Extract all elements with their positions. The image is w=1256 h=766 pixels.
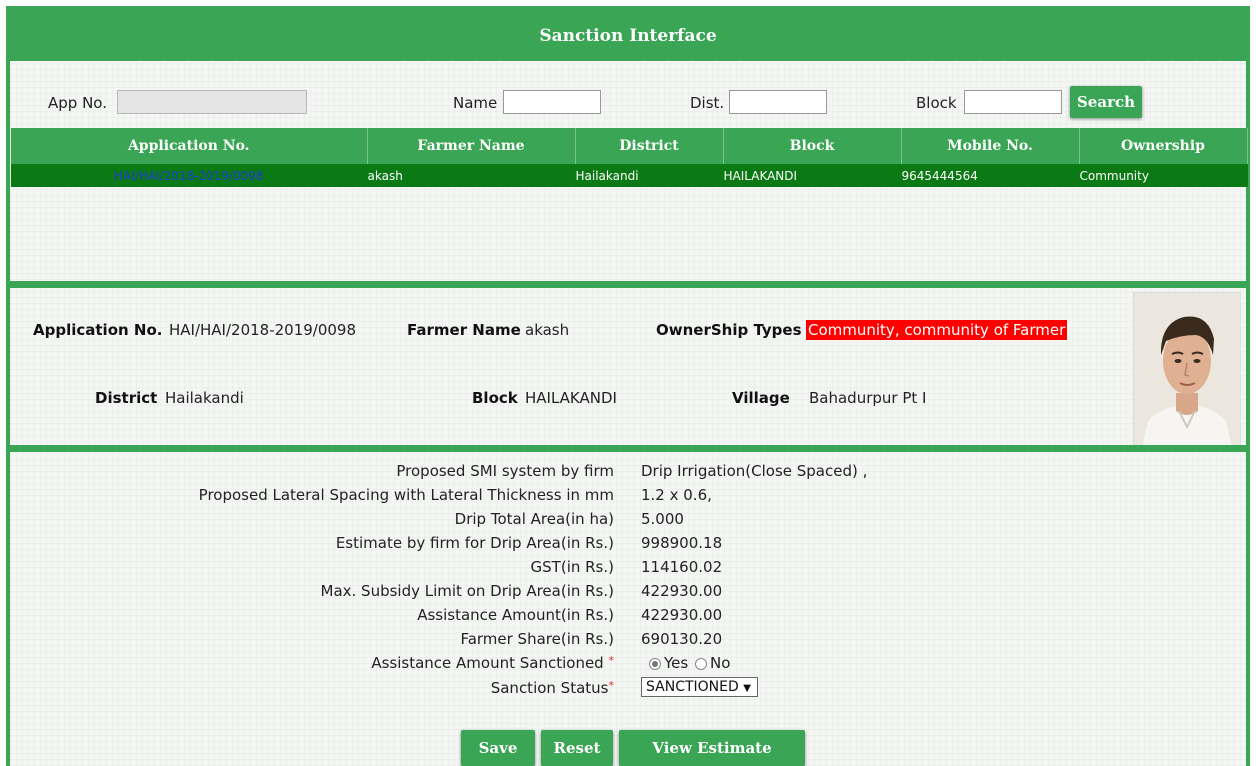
detail-row: Farmer Share(in Rs.) 690130.20 — [10, 628, 1246, 652]
radio-no-label[interactable]: No — [710, 654, 730, 672]
detail-row: Estimate by firm for Drip Area(in Rs.) 9… — [10, 532, 1246, 556]
app-no-label: App No. — [48, 94, 107, 112]
sanction-status-selected[interactable]: SANCTIONED — [646, 679, 739, 695]
radio-yes[interactable]: Yes — [649, 654, 688, 672]
detail-row: Proposed Lateral Spacing with Lateral Th… — [10, 484, 1246, 508]
section-divider — [10, 445, 1246, 452]
save-button[interactable]: Save — [461, 730, 535, 766]
person-photo-icon — [1134, 293, 1240, 447]
cell-block: HAILAKANDI — [723, 164, 902, 187]
detail-row: Max. Subsidy Limit on Drip Area(in Rs.) … — [10, 580, 1246, 604]
detail-value: 114160.02 — [641, 558, 723, 576]
detail-value: 1.2 x 0.6, — [641, 486, 712, 504]
assistance-sanctioned-label: Assistance Amount Sanctioned * — [371, 654, 614, 672]
village-info-value: Bahadurpur Pt I — [809, 389, 927, 407]
detail-row: Drip Total Area(in ha) 5.000 — [10, 508, 1246, 532]
app-no-input[interactable] — [117, 90, 307, 114]
radio-yes-circle[interactable] — [649, 657, 661, 670]
ownership-types-label: OwnerShip Types — [656, 321, 802, 339]
table-header-row: Application No. Farmer Name District Blo… — [11, 128, 1248, 164]
detail-label: Max. Subsidy Limit on Drip Area(in Rs.) — [320, 582, 615, 600]
name-label: Name — [453, 94, 498, 112]
block-info-label: Block — [472, 389, 518, 407]
cell-district: Hailakandi — [575, 164, 724, 187]
sanction-status-label: Sanction Status* — [491, 679, 614, 697]
application-no-label: Application No. — [33, 321, 163, 339]
cell-ownership: Community — [1079, 164, 1248, 187]
column-header-application-no[interactable]: Application No. — [11, 128, 368, 164]
detail-row: GST(in Rs.) 114160.02 — [10, 556, 1246, 580]
reset-button[interactable]: Reset — [541, 730, 613, 766]
cell-mobile-no: 9645444564 — [901, 164, 1080, 187]
detail-value: 690130.20 — [641, 630, 723, 648]
block-info-value: HAILAKANDI — [525, 389, 617, 407]
district-label: Dist. — [690, 94, 725, 112]
village-info-label: Village — [732, 389, 790, 407]
sanction-status-row: Sanction Status* SANCTIONED ▼ — [10, 677, 1246, 701]
cell-farmer-name: akash — [367, 164, 576, 187]
detail-value: 5.000 — [641, 510, 684, 528]
ownership-types-value: Community, community of Farmer — [806, 320, 1068, 340]
detail-label: Assistance Amount(in Rs.) — [417, 606, 614, 624]
sanction-status-dropdown[interactable]: SANCTIONED ▼ — [641, 677, 758, 697]
detail-label: Estimate by firm for Drip Area(in Rs.) — [335, 534, 614, 552]
detail-label: Proposed Lateral Spacing with Lateral Th… — [198, 486, 614, 504]
farmer-name-value: akash — [525, 321, 570, 339]
detail-label: Drip Total Area(in ha) — [454, 510, 614, 528]
block-input[interactable] — [964, 90, 1062, 114]
search-bar: App No. Name Dist. Block Search — [10, 86, 1246, 120]
detail-value: 422930.00 — [641, 582, 723, 600]
column-header-mobile-no[interactable]: Mobile No. — [901, 128, 1080, 164]
sanction-status-text: Sanction Status — [490, 679, 609, 697]
detail-row: Proposed SMI system by firm Drip Irrigat… — [10, 460, 1246, 484]
column-header-district[interactable]: District — [575, 128, 724, 164]
detail-value: Drip Irrigation(Close Spaced) , — [641, 462, 868, 480]
page-title: Sanction Interface — [10, 10, 1246, 61]
column-header-ownership[interactable]: Ownership — [1079, 128, 1248, 164]
required-asterisk: * — [608, 679, 615, 692]
detail-value: 998900.18 — [641, 534, 723, 552]
radio-no-circle[interactable] — [695, 657, 707, 670]
name-input[interactable] — [503, 90, 601, 114]
district-info-value: Hailakandi — [165, 389, 244, 407]
applicant-photo — [1133, 292, 1241, 448]
required-asterisk: * — [608, 654, 615, 667]
radio-yes-label[interactable]: Yes — [664, 654, 688, 672]
radio-no[interactable]: No — [695, 654, 730, 672]
detail-label: GST(in Rs.) — [530, 558, 614, 576]
application-no-link[interactable]: HAI/HAI/2018-2019/0098 — [11, 164, 368, 187]
column-header-farmer-name[interactable]: Farmer Name — [367, 128, 576, 164]
search-button[interactable]: Search — [1070, 86, 1142, 118]
sanction-status-select[interactable]: SANCTIONED ▼ — [641, 677, 758, 697]
block-label: Block — [916, 94, 957, 112]
detail-value: 422930.00 — [641, 606, 723, 624]
assistance-sanctioned-row: Assistance Amount Sanctioned * Yes No — [10, 652, 1246, 676]
assistance-sanctioned-text: Assistance Amount Sanctioned — [371, 654, 604, 672]
sanction-panel: Sanction Interface App No. Name Dist. Bl… — [6, 6, 1250, 766]
results-table: Application No. Farmer Name District Blo… — [11, 128, 1248, 187]
page-title-text: Sanction Interface — [539, 25, 717, 46]
section-divider — [10, 281, 1246, 288]
farmer-name-label: Farmer Name — [407, 321, 521, 339]
detail-label: Proposed SMI system by firm — [396, 462, 614, 480]
sanctioned-radio-group: Yes No — [649, 654, 730, 672]
column-header-block[interactable]: Block — [723, 128, 902, 164]
application-no-value: HAI/HAI/2018-2019/0098 — [169, 321, 357, 339]
district-input[interactable] — [729, 90, 827, 114]
detail-label: Farmer Share(in Rs.) — [460, 630, 614, 648]
chevron-down-icon[interactable]: ▼ — [743, 683, 751, 694]
detail-row: Assistance Amount(in Rs.) 422930.00 — [10, 604, 1246, 628]
view-estimate-button[interactable]: View Estimate — [619, 730, 805, 766]
district-info-label: District — [95, 389, 158, 407]
table-row[interactable]: HAI/HAI/2018-2019/0098 akash Hailakandi … — [11, 164, 1248, 187]
